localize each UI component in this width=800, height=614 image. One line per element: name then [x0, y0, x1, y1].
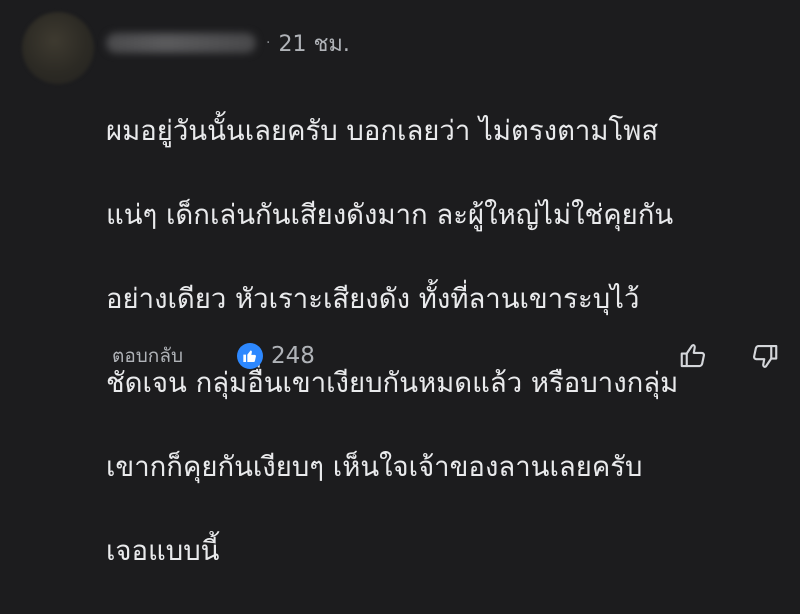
like-icon[interactable] — [237, 343, 264, 369]
commenter-avatar[interactable] — [22, 12, 94, 84]
reply-button[interactable]: ตอบกลับ — [112, 341, 183, 371]
comment-timestamp[interactable]: 21 ชม. — [278, 26, 349, 61]
commenter-name-blurred[interactable] — [106, 33, 256, 53]
comment-line: อย่างเดียว หัวเราะเสียงดัง ทั้งที่ลานเขา… — [106, 283, 640, 315]
separator-dot: · — [266, 35, 271, 51]
thumbs-down-icon[interactable] — [748, 339, 782, 373]
comment-line: เจอแบบนี้ — [106, 535, 220, 567]
comment-footer: ตอบกลับ 248 — [112, 338, 782, 374]
vote-actions — [676, 339, 782, 373]
comment-line: แน่ๆ เด็กเล่นกันเสียงดังมาก ละผู้ใหญ่ไม่… — [106, 199, 674, 231]
thumbs-up-icon[interactable] — [676, 339, 710, 373]
reaction-count[interactable]: 248 — [271, 343, 315, 369]
comment-line: เขากก็คุยกันเงียบๆ เห็นใจเจ้าของลานเลยคร… — [106, 451, 643, 483]
comment-line: ผมอยู่วันนั้นเลยครับ บอกเลยว่า ไม่ตรงตาม… — [106, 115, 659, 147]
comment-header: · 21 ชม. — [106, 26, 350, 60]
